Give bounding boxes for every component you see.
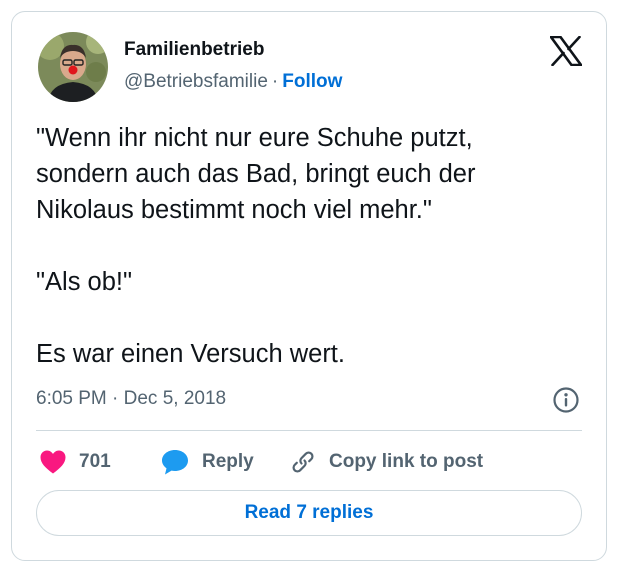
tweet-line: "Als ob!" — [36, 268, 133, 296]
read-replies-label: Read 7 replies — [244, 502, 374, 523]
separator-dot: · — [271, 71, 279, 92]
speech-bubble-icon — [162, 450, 188, 475]
handle-row: @Betriebsfamilie · Follow — [124, 71, 342, 93]
tweet-text: "Wenn ihr nicht nur eure Schuhe putzt, s… — [36, 120, 586, 372]
tweet-timestamp[interactable]: 6:05 PM · Dec 5, 2018 — [36, 388, 226, 410]
reply-button[interactable]: Reply — [160, 446, 254, 478]
x-logo-icon[interactable] — [549, 35, 583, 67]
author-handle[interactable]: @Betriebsfamilie — [124, 71, 268, 92]
author-name[interactable]: Familienbetrieb — [124, 39, 264, 61]
tweet-card: Familienbetrieb @Betriebsfamilie · Follow … — [11, 11, 607, 561]
divider — [36, 430, 582, 431]
like-button[interactable]: 701 — [39, 446, 111, 478]
follow-link[interactable]: Follow — [282, 71, 342, 92]
link-icon — [292, 451, 314, 473]
tweet-line: Es war einen Versuch wert. — [36, 340, 345, 368]
copy-link-button[interactable]: Copy link to post — [289, 446, 483, 478]
read-replies-button[interactable]: Read 7 replies — [36, 490, 582, 536]
info-icon[interactable] — [552, 386, 580, 414]
copy-link-label: Copy link to post — [329, 451, 484, 472]
like-count: 701 — [79, 451, 111, 472]
tweet-line: sondern auch das Bad, bringt euch der — [36, 160, 476, 188]
tweet-line: Nikolaus bestimmt noch viel mehr." — [36, 196, 432, 224]
heart-icon — [40, 450, 66, 474]
avatar-image — [38, 32, 108, 102]
tweet-line: "Wenn ihr nicht nur eure Schuhe putzt, — [36, 124, 473, 152]
reply-label: Reply — [202, 451, 254, 472]
avatar[interactable] — [38, 32, 108, 102]
